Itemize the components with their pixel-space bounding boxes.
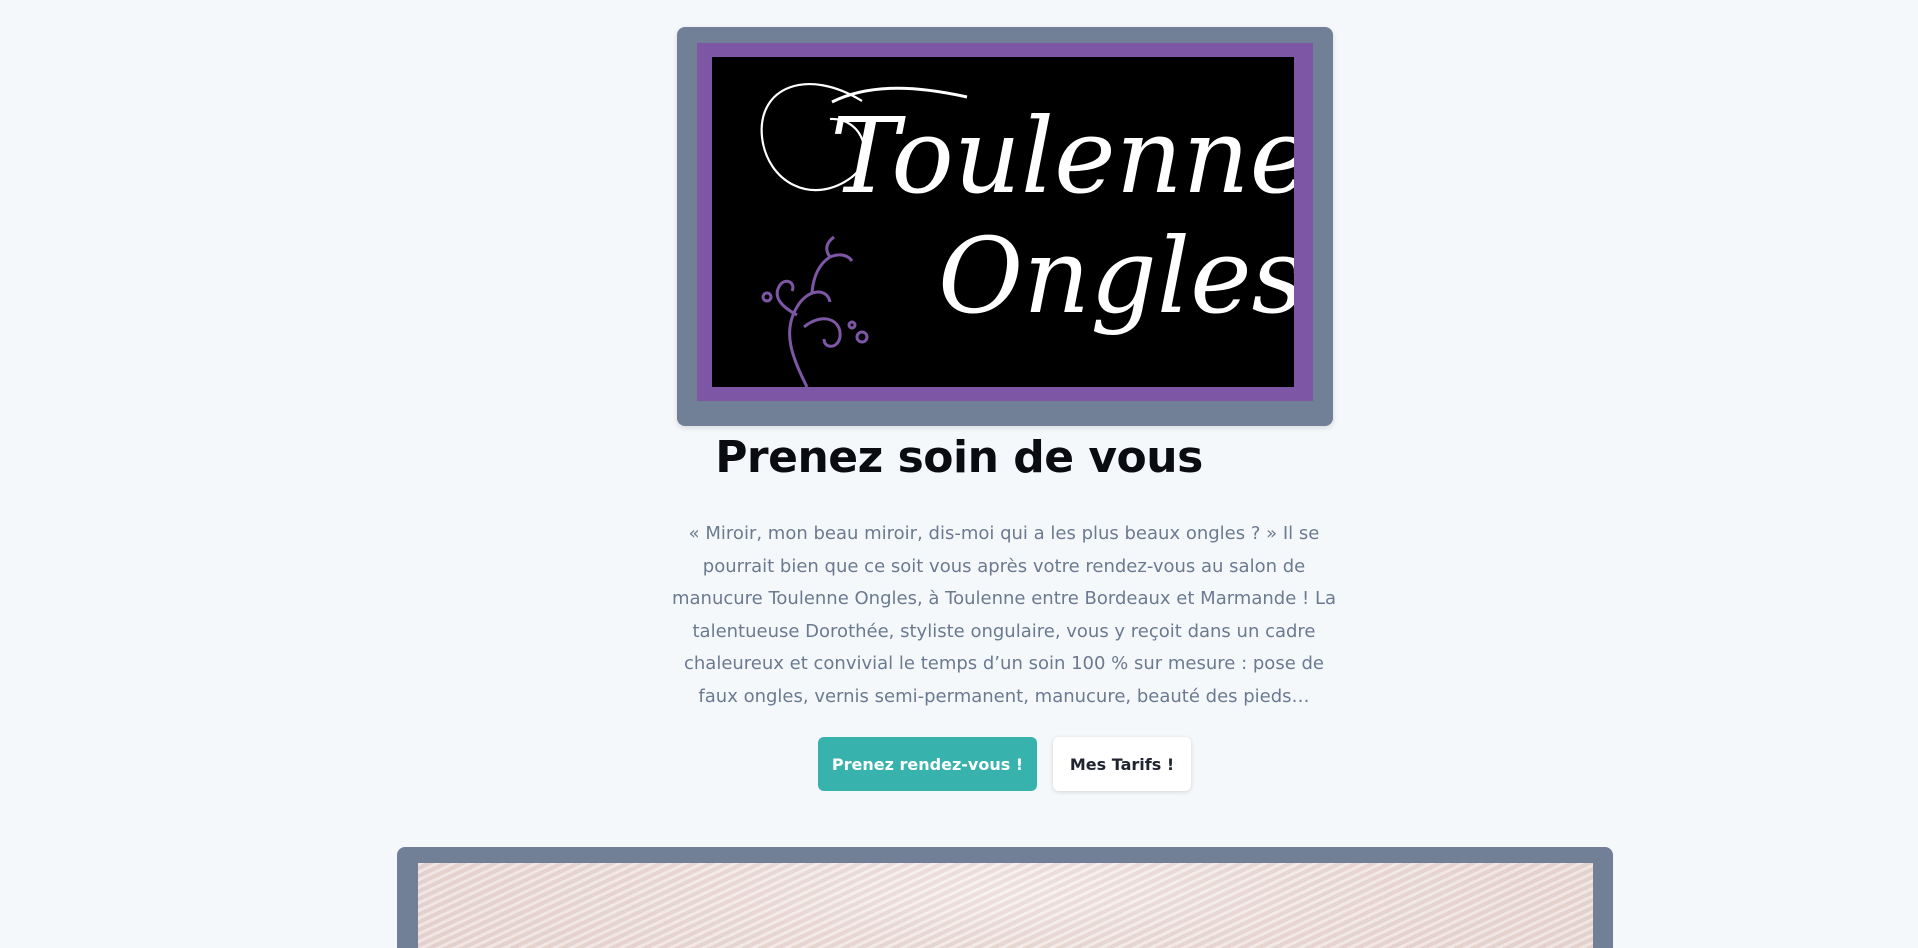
logo-frame: Toulenne Ongles — [677, 27, 1333, 426]
logo-border: Toulenne Ongles — [697, 43, 1313, 401]
page: Toulenne Ongles Prenez soin de vous « Mi… — [0, 0, 1918, 948]
logo-line1: Toulenne — [830, 95, 1294, 217]
logo-artwork: Toulenne Ongles — [760, 83, 1294, 387]
page-title: Prenez soin de vous — [715, 432, 1203, 483]
flower-ornament-icon — [761, 235, 869, 387]
logo-line2: Ongles — [938, 215, 1294, 337]
logo-image: Toulenne Ongles — [712, 57, 1294, 387]
intro-paragraph: « Miroir, mon beau miroir, dis-moi qui a… — [671, 523, 1336, 707]
photo-frame — [397, 847, 1613, 948]
salon-photo — [418, 863, 1593, 948]
book-appointment-button[interactable]: Prenez rendez-vous ! — [818, 737, 1037, 791]
prices-button[interactable]: Mes Tarifs ! — [1053, 737, 1191, 791]
